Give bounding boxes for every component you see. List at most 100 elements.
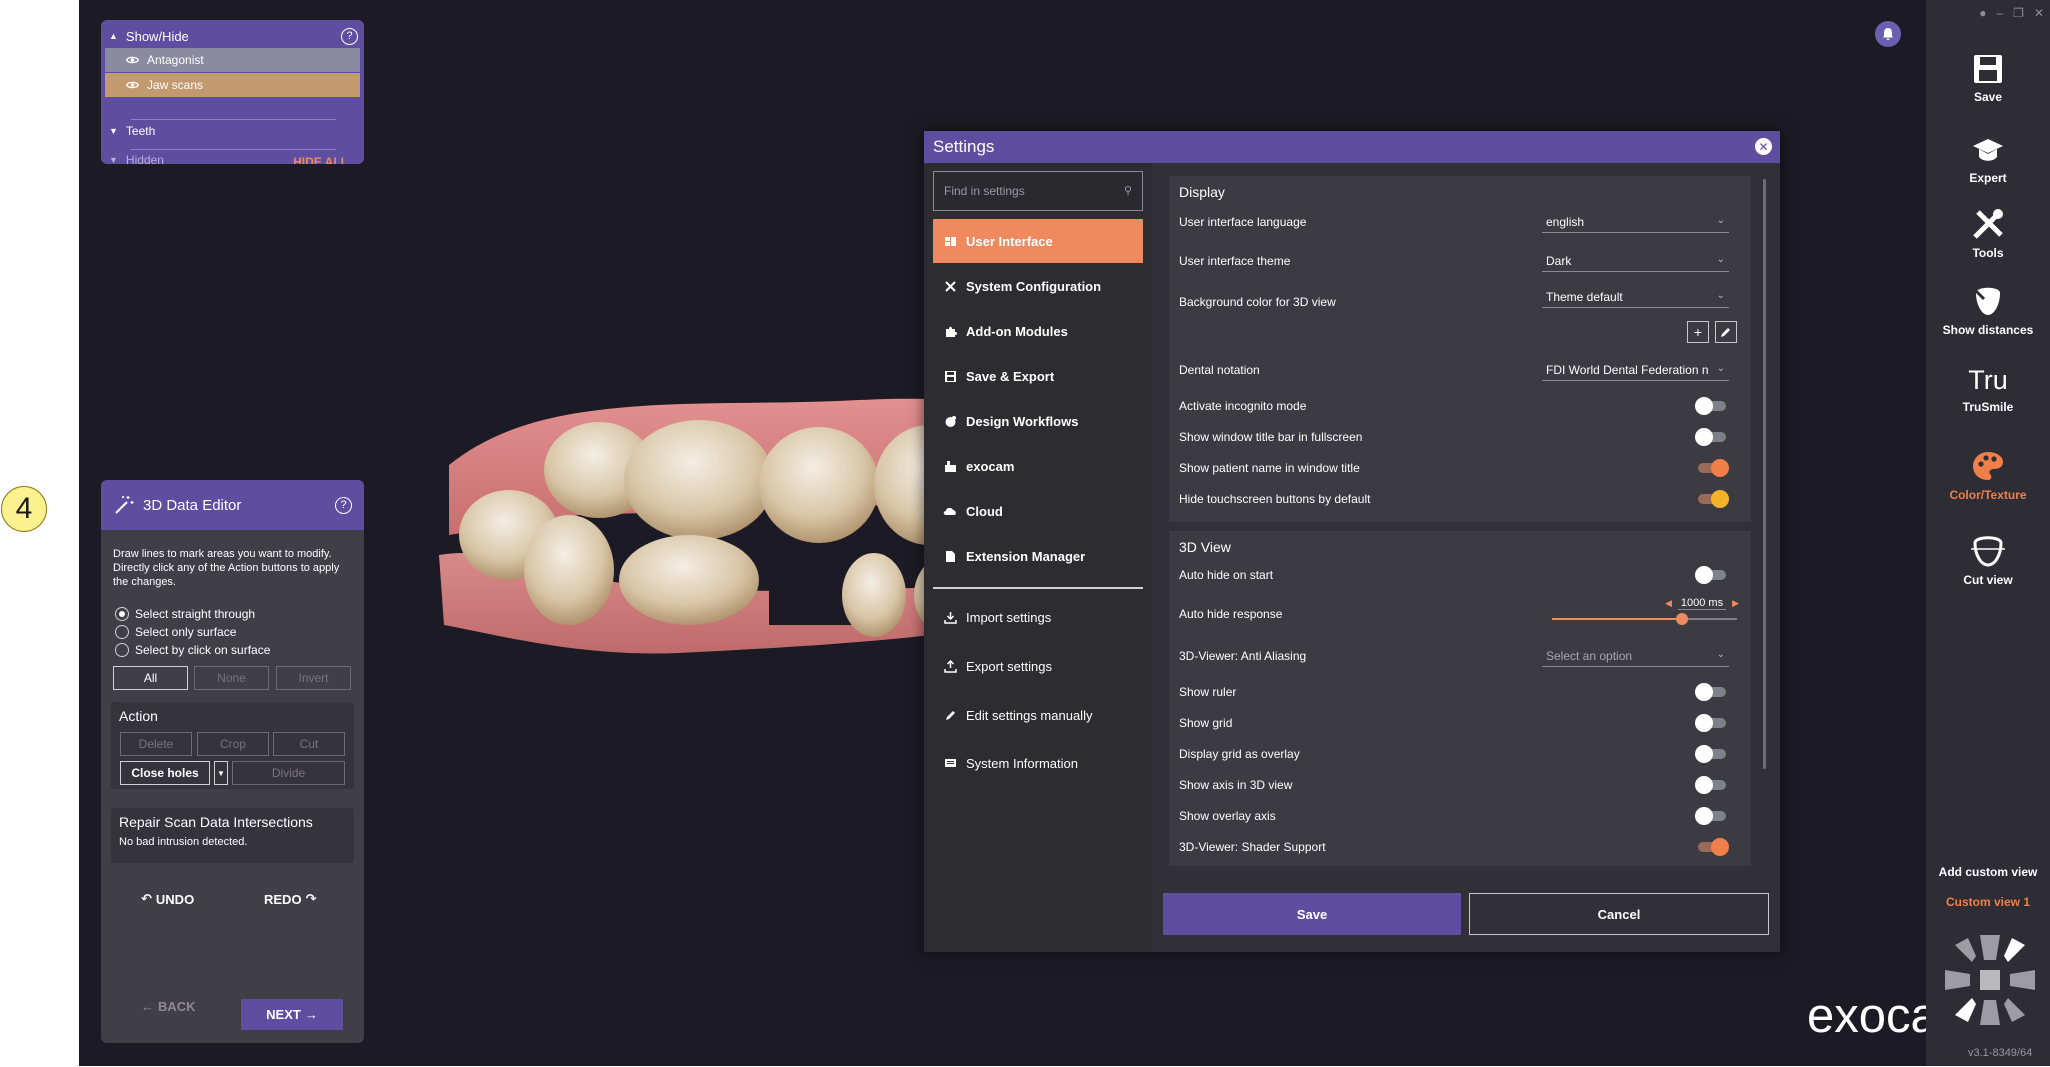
add-custom-view-button[interactable]: Add custom view <box>1926 865 2050 879</box>
setting-label: User interface theme <box>1179 254 1291 268</box>
patient-name-toggle[interactable] <box>1698 459 1729 477</box>
close-holes-button[interactable]: Close holes <box>120 761 210 785</box>
repair-title: Repair Scan Data Intersections <box>119 814 313 830</box>
toolbar-color-texture-button[interactable]: Color/Texture <box>1926 448 2050 502</box>
eye-icon[interactable] <box>125 54 140 68</box>
jaw-scan-model[interactable] <box>439 385 999 685</box>
select-none-button[interactable]: None <box>194 666 269 690</box>
teeth-group[interactable]: ▼ Teeth <box>109 124 155 138</box>
add-color-button[interactable]: + <box>1687 321 1709 343</box>
response-slider[interactable] <box>1552 613 1737 625</box>
chevron-up-icon: ▲ <box>109 31 118 41</box>
invert-selection-button[interactable]: Invert <box>276 666 351 690</box>
notation-dropdown[interactable]: FDI World Dental Federation n ⌄ <box>1542 359 1729 381</box>
incognito-toggle[interactable] <box>1695 397 1726 415</box>
settings-search-input[interactable]: Find in settings ⚲ <box>933 171 1143 211</box>
grid-toggle[interactable] <box>1695 714 1726 732</box>
crop-button[interactable]: Crop <box>197 732 269 756</box>
slider-knob[interactable] <box>1675 613 1688 625</box>
select-all-button[interactable]: All <box>113 666 188 690</box>
theme-dropdown[interactable]: Dark ⌄ <box>1542 250 1729 272</box>
nav-cloud[interactable]: Cloud <box>933 489 1143 533</box>
chevron-left-icon[interactable]: ◀ <box>1665 598 1672 609</box>
chevron-right-icon[interactable]: ▶ <box>1732 598 1739 609</box>
toolbar-expert-button[interactable]: Expert <box>1926 135 2050 185</box>
color-picker-icon[interactable] <box>1715 321 1737 343</box>
grid-overlay-toggle[interactable] <box>1695 745 1726 763</box>
view-cube-icon[interactable] <box>1940 930 2040 1030</box>
toolbar-trusmile-button[interactable]: Tru TruSmile <box>1926 362 2050 414</box>
nav-edit-settings-manually[interactable]: Edit settings manually <box>933 693 1143 737</box>
shader-toggle[interactable] <box>1698 838 1729 856</box>
nav-user-interface[interactable]: User Interface <box>933 219 1143 263</box>
ruler-toggle[interactable] <box>1695 683 1726 701</box>
close-holes-dropdown[interactable]: ▼ <box>214 761 228 785</box>
show-hide-header[interactable]: ▲ Show/Hide ? <box>109 26 358 46</box>
dropdown-value: Dark <box>1546 253 1572 268</box>
radio-select-only-surface[interactable]: Select only surface <box>115 623 236 641</box>
setting-auto-hide: Auto hide on start <box>1179 564 1741 586</box>
nav-export-settings[interactable]: Export settings <box>933 644 1143 688</box>
nav-system-configuration[interactable]: System Configuration <box>933 264 1143 308</box>
close-icon[interactable]: ✕ <box>2034 6 2044 20</box>
help-icon[interactable]: ? <box>341 27 358 45</box>
nav-design-workflows[interactable]: Design Workflows <box>933 399 1143 443</box>
settings-cancel-button[interactable]: Cancel <box>1469 893 1769 935</box>
nav-add-on-modules[interactable]: Add-on Modules <box>933 309 1143 353</box>
dropdown-placeholder: Select an option <box>1546 648 1633 663</box>
close-icon[interactable]: ✕ <box>1755 138 1772 155</box>
language-dropdown[interactable]: english ⌄ <box>1542 211 1729 233</box>
back-button[interactable]: ← BACK <box>141 999 196 1014</box>
titlebar-toggle[interactable] <box>1695 428 1726 446</box>
import-icon <box>943 610 957 624</box>
back-label: BACK <box>158 999 196 1014</box>
undo-button[interactable]: ↶ UNDO <box>141 891 194 907</box>
editor-header: 3D Data Editor ? <box>101 480 364 530</box>
background-dropdown[interactable]: Theme default ⌄ <box>1542 286 1729 308</box>
show-hide-item-antagonist[interactable]: Antagonist <box>105 48 360 72</box>
minimize-icon[interactable]: – <box>1996 6 2003 20</box>
next-button[interactable]: NEXT → <box>241 999 343 1030</box>
nav-save-export[interactable]: Save & Export <box>933 354 1143 398</box>
radio-select-by-click[interactable]: Select by click on surface <box>115 641 270 659</box>
cut-button[interactable]: Cut <box>273 732 345 756</box>
touchscreen-toggle[interactable] <box>1698 490 1729 508</box>
toolbar-cut-view-button[interactable]: Cut view <box>1926 533 2050 587</box>
divide-button[interactable]: Divide <box>232 761 345 785</box>
restore-icon[interactable]: ❐ <box>2013 6 2024 20</box>
user-icon[interactable]: ● <box>1979 6 1986 20</box>
radio-select-straight-through[interactable]: Select straight through <box>115 605 255 623</box>
nav-import-settings[interactable]: Import settings <box>933 595 1143 639</box>
toolbar-save-button[interactable]: Save <box>1926 52 2050 104</box>
setting-notation: Dental notation FDI World Dental Federat… <box>1179 359 1741 381</box>
eye-icon[interactable] <box>125 79 140 93</box>
hide-all-button[interactable]: HIDE ALL <box>293 155 348 164</box>
custom-view-1-button[interactable]: Custom view 1 <box>1926 895 2050 909</box>
redo-button[interactable]: REDO ↷ <box>264 891 316 907</box>
settings-save-button[interactable]: Save <box>1163 893 1461 935</box>
nav-exocam[interactable]: exocam <box>933 444 1143 488</box>
setting-label: 3D-Viewer: Anti Aliasing <box>1179 649 1307 663</box>
setting-label: Hide touchscreen buttons by default <box>1179 492 1371 506</box>
nav-system-information[interactable]: System Information <box>933 741 1143 785</box>
hidden-group[interactable]: ▼ Hidden <box>109 153 164 164</box>
auto-hide-toggle[interactable] <box>1695 566 1726 584</box>
nav-extension-manager[interactable]: Extension Manager <box>933 534 1143 578</box>
toolbar-tools-button[interactable]: Tools <box>1926 206 2050 260</box>
anti-aliasing-dropdown[interactable]: Select an option ⌄ <box>1542 645 1729 667</box>
exocad-app: 4 exoca ▲ Show/Hide ? Antagonist Jaw sca… <box>0 0 2050 1067</box>
settings-scrollbar[interactable] <box>1763 179 1766 769</box>
overlay-axis-toggle[interactable] <box>1695 807 1726 825</box>
notification-bell-icon[interactable] <box>1875 21 1901 47</box>
axis-toggle[interactable] <box>1695 776 1726 794</box>
arrow-right-icon: → <box>304 1007 318 1022</box>
radio-dot[interactable] <box>115 625 129 639</box>
show-hide-item-jaw-scans[interactable]: Jaw scans <box>105 73 360 97</box>
radio-dot[interactable] <box>115 643 129 657</box>
help-icon[interactable]: ? <box>335 496 352 514</box>
setting-label: Display grid as overlay <box>1179 747 1300 761</box>
radio-dot[interactable] <box>115 607 129 621</box>
redo-label: REDO <box>264 891 302 907</box>
toolbar-show-distances-button[interactable]: Show distances <box>1926 283 2050 337</box>
delete-button[interactable]: Delete <box>120 732 192 756</box>
